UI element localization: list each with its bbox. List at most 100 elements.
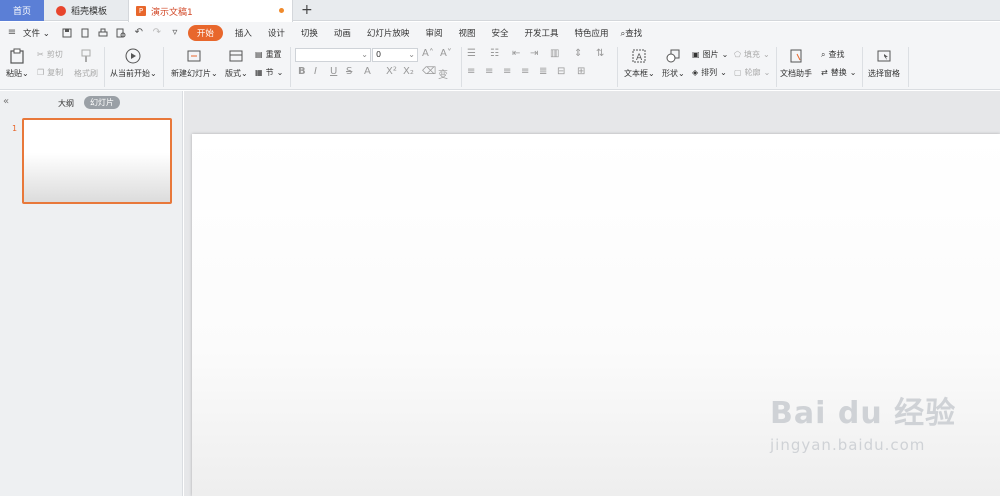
print-icon[interactable] (97, 27, 109, 39)
text-align-icon[interactable]: ⊟ (557, 66, 565, 77)
tab-insert[interactable]: 插入 (227, 27, 260, 39)
smart-art-icon[interactable]: ⊞ (577, 66, 585, 77)
bold-icon[interactable]: B (298, 66, 306, 77)
selection-pane-icon (875, 47, 893, 65)
font-size-value: 0 (376, 50, 382, 59)
find-button[interactable]: ⌕ 查找 (821, 49, 844, 60)
section-button[interactable]: ▦ 节 ⌄ (255, 67, 283, 78)
format-painter-button[interactable]: 格式刷 (74, 47, 98, 79)
strikethrough-icon[interactable]: S (346, 66, 352, 77)
line-spacing-icon[interactable]: ⇕ (574, 48, 582, 59)
search-label: 查找 (625, 28, 643, 39)
fill-label: 填充 (743, 50, 760, 59)
tab-slides[interactable]: 幻灯片 (84, 96, 120, 109)
superscript-icon[interactable]: X² (386, 66, 397, 77)
text-direction-icon[interactable]: ⇅ (596, 48, 604, 59)
save-icon[interactable] (61, 27, 73, 39)
file-menu[interactable]: 文件 ⌄ (21, 27, 58, 39)
arrange-button[interactable]: ◈ 排列 ⌄ (692, 67, 727, 78)
align-center-icon[interactable]: ≡ (485, 66, 493, 77)
tab-outline[interactable]: 大纲 (58, 98, 74, 109)
picture-button[interactable]: ▣ 图片 ⌄ (692, 49, 728, 60)
tab-special[interactable]: 特色应用 (567, 27, 617, 39)
paste-button[interactable]: 粘贴⌄ (6, 47, 29, 79)
cut-button[interactable]: ✂ 剪切 (37, 49, 63, 60)
search-button[interactable]: ⌕查找 (617, 27, 651, 39)
print-preview-icon[interactable] (115, 27, 127, 39)
underline-icon[interactable]: U (330, 66, 337, 77)
text-effect-icon[interactable]: 变 (438, 66, 448, 81)
play-from-current-button[interactable]: 从当前开始⌄ (110, 47, 157, 79)
decrease-indent-icon[interactable]: ⇤ (512, 48, 520, 59)
increase-indent-icon[interactable]: ⇥ (530, 48, 538, 59)
outline-label: 轮廓 (744, 68, 761, 77)
slide-thumbnail[interactable] (22, 118, 172, 204)
find-label: 查找 (828, 50, 845, 59)
copy-button[interactable]: ❐ 复制 (37, 67, 63, 78)
increase-font-icon[interactable]: A˄ (422, 48, 434, 59)
divider (908, 47, 909, 87)
reset-icon: ▤ (255, 50, 263, 59)
font-color-icon[interactable]: A (364, 66, 371, 77)
clear-format-icon[interactable]: ⌫ (422, 66, 436, 77)
shape-icon (664, 47, 682, 65)
selection-pane-label: 选择窗格 (868, 69, 900, 78)
tab-design[interactable]: 设计 (260, 27, 293, 39)
divider (104, 47, 105, 87)
picture-icon: ▣ (692, 50, 700, 59)
tab-document[interactable]: P 演示文稿1 (128, 0, 293, 22)
text-box-button[interactable]: A 文本框⌄ (624, 47, 655, 79)
tab-start[interactable]: 开始 (187, 24, 223, 41)
doc-helper-icon (787, 47, 805, 65)
from-current-label: 从当前开始 (110, 69, 150, 78)
tab-home-label: 首页 (12, 7, 31, 17)
collapse-panel-icon[interactable]: « (3, 96, 9, 107)
align-left-icon[interactable]: ≡ (467, 66, 475, 77)
decrease-font-icon[interactable]: A˅ (440, 48, 452, 59)
customize-toolbar-icon[interactable]: ▿ (169, 27, 181, 39)
bullet-list-icon[interactable]: ☰ (467, 48, 476, 59)
replace-label: 替换 (830, 68, 847, 77)
tab-template[interactable]: 稻壳模板 (48, 0, 126, 21)
tab-home[interactable]: 首页 (0, 0, 44, 21)
tab-security[interactable]: 安全 (483, 27, 516, 39)
tab-review[interactable]: 审阅 (417, 27, 450, 39)
subscript-icon[interactable]: X₂ (403, 66, 414, 77)
layout-button[interactable]: 版式⌄ (225, 47, 248, 79)
font-size-select[interactable]: 0 ⌄ (372, 48, 418, 62)
new-slide-button[interactable]: 新建幻灯片⌄ (171, 47, 218, 79)
redo-icon[interactable]: ↷ (151, 27, 163, 39)
align-right-icon[interactable]: ≡ (503, 66, 511, 77)
new-tab-button[interactable]: + (301, 2, 313, 18)
tab-animations[interactable]: 动画 (326, 27, 359, 39)
font-name-select[interactable]: ⌄ (295, 48, 371, 62)
tab-document-label: 演示文稿1 (151, 7, 193, 18)
clipboard-icon (8, 47, 26, 65)
divider (461, 47, 462, 87)
fill-button[interactable]: ⬠ 填充 ⌄ (734, 49, 770, 60)
tab-view[interactable]: 视图 (450, 27, 483, 39)
section-label: 节 (265, 68, 274, 77)
copy-icon: ❐ (37, 68, 45, 77)
doc-helper-button[interactable]: 文档助手 (780, 47, 812, 79)
brush-icon (77, 47, 95, 65)
tab-developer[interactable]: 开发工具 (516, 27, 566, 39)
numbered-list-icon[interactable]: ☷ (490, 48, 499, 59)
outline-icon: ▢ (734, 68, 742, 77)
italic-icon[interactable]: I (314, 66, 317, 77)
selection-pane-button[interactable]: 选择窗格 (868, 47, 900, 79)
replace-button[interactable]: ⇄ 替换 ⌄ (821, 67, 856, 78)
tab-slideshow[interactable]: 幻灯片放映 (359, 27, 418, 39)
justify-icon[interactable]: ≡ (521, 66, 529, 77)
reset-button[interactable]: ▤ 重置 (255, 49, 282, 60)
shape-button[interactable]: 形状⌄ (662, 47, 685, 79)
columns-icon[interactable]: ▥ (550, 48, 559, 59)
distribute-icon[interactable]: ≣ (539, 66, 547, 77)
tab-transitions[interactable]: 切换 (293, 27, 326, 39)
outline-button[interactable]: ▢ 轮廓 ⌄ (734, 67, 770, 78)
docer-logo-icon (56, 5, 66, 16)
hamburger-icon[interactable]: ≡ (6, 27, 18, 39)
export-pdf-icon[interactable] (79, 27, 91, 39)
undo-icon[interactable]: ↶ (133, 27, 145, 39)
layout-label: 版式 (225, 69, 241, 78)
